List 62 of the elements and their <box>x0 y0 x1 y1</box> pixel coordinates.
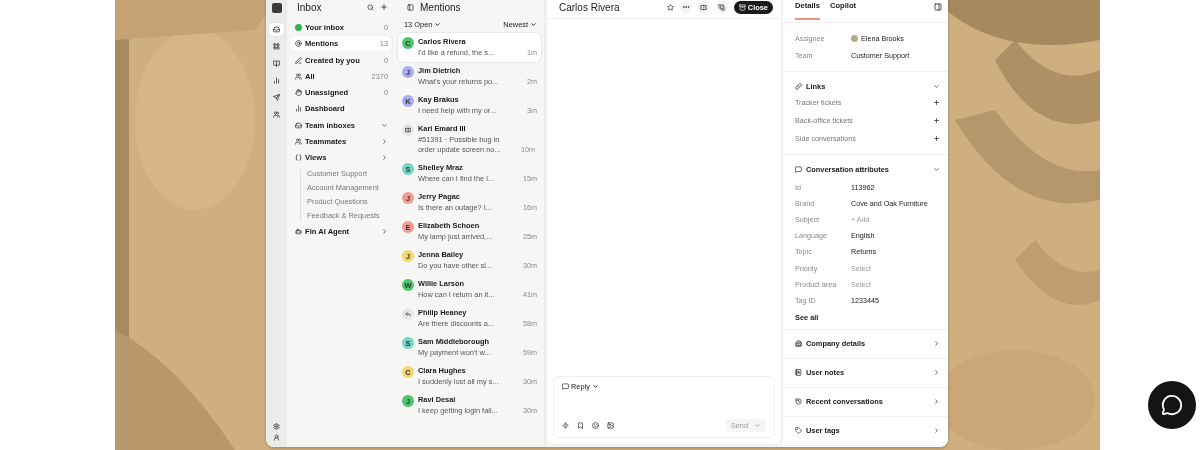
plus-icon[interactable] <box>933 116 940 124</box>
star-icon[interactable] <box>666 3 674 11</box>
caret-icon <box>591 383 599 390</box>
send-icon <box>273 94 280 101</box>
phone-button[interactable] <box>715 1 728 13</box>
caret-icon <box>754 422 761 429</box>
bookmark-icon[interactable] <box>577 422 584 429</box>
settings-icon[interactable] <box>273 423 280 430</box>
inbox-icon <box>273 26 280 33</box>
chat-icon <box>1161 394 1183 416</box>
grid-icon <box>273 43 280 50</box>
more-button[interactable] <box>679 1 692 13</box>
panel-icon[interactable] <box>407 3 414 11</box>
list-title: Mentions <box>420 1 462 13</box>
lightning-icon[interactable] <box>562 422 569 429</box>
chevron-right-icon[interactable] <box>933 340 940 347</box>
search-icon[interactable] <box>367 3 374 11</box>
ticket-button[interactable] <box>697 1 710 13</box>
phone-icon <box>718 3 726 11</box>
person-avatar <box>851 35 858 42</box>
history-icon <box>795 398 802 405</box>
plus-icon[interactable] <box>933 98 940 106</box>
building-icon <box>795 340 802 347</box>
people-icon <box>295 138 302 146</box>
people-icon <box>273 111 280 118</box>
chevron-right-icon[interactable] <box>933 398 940 405</box>
person-icon[interactable] <box>273 434 280 441</box>
hand-icon <box>295 89 302 97</box>
plus-icon[interactable] <box>933 134 940 142</box>
notes-icon <box>795 369 802 376</box>
panel-icon[interactable] <box>934 3 942 11</box>
inbox-title: Inbox <box>297 1 323 13</box>
chat-launcher-button[interactable] <box>1148 381 1196 429</box>
book-icon <box>273 60 280 67</box>
link-icon <box>795 82 802 90</box>
image-icon[interactable] <box>607 422 614 429</box>
archive-icon <box>738 3 746 11</box>
caret-icon <box>434 21 442 28</box>
chevron-down-icon[interactable] <box>933 82 940 90</box>
people-icon <box>295 72 302 80</box>
tag-icon <box>795 427 802 434</box>
chat-icon <box>562 383 569 390</box>
conversation-title: Carlos Rivera <box>559 1 621 13</box>
chevron-right-icon[interactable] <box>933 427 940 434</box>
chevron-right-icon[interactable] <box>933 369 940 376</box>
pen-icon <box>295 56 302 64</box>
rail-button[interactable] <box>269 23 284 36</box>
chevron-down-icon[interactable] <box>933 165 940 173</box>
plus-icon[interactable] <box>380 3 388 11</box>
emoji-icon[interactable] <box>592 422 599 429</box>
caret-icon <box>530 21 537 28</box>
bar-chart-icon <box>273 77 280 84</box>
inbox-icon <box>295 121 302 129</box>
chat-icon <box>795 165 802 173</box>
bar-chart-icon <box>295 105 302 113</box>
status-dot-icon <box>295 24 302 31</box>
at-sign-icon <box>295 40 302 48</box>
ticket-icon <box>700 3 708 11</box>
logo-icon[interactable] <box>271 3 282 13</box>
bot-icon <box>295 227 302 235</box>
braces-icon <box>295 154 302 162</box>
ellipsis-icon <box>681 3 690 11</box>
